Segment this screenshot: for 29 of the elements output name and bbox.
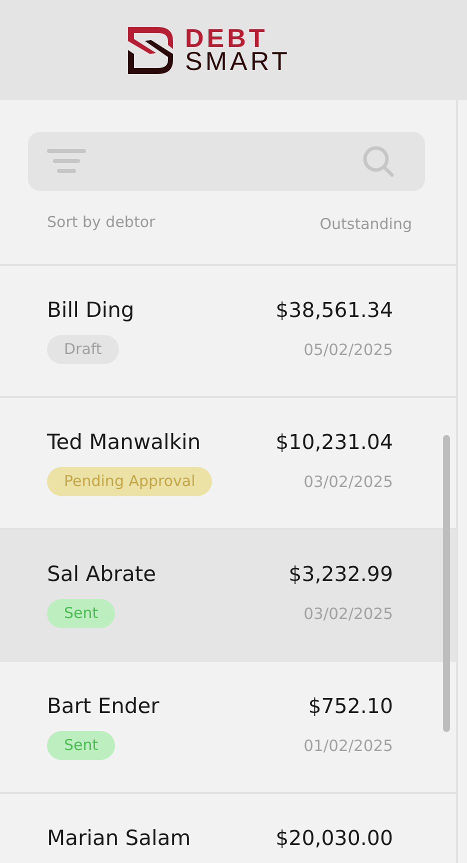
status-badge: Sent — [47, 599, 116, 628]
filter-icon[interactable] — [47, 148, 86, 174]
scrollbar-thumb[interactable] — [443, 435, 450, 732]
outstanding-amount: $38,561.34 — [276, 298, 393, 322]
debtor-row[interactable]: Sal Abrate $3,232.99 Sent 03/02/2025 — [0, 530, 456, 662]
column-label: Outstanding — [320, 215, 412, 233]
debtor-date: 01/02/2025 — [304, 736, 393, 754]
logo-text: SMART — [185, 50, 291, 73]
debtor-name: Sal Abrate — [47, 562, 156, 586]
debtor-row[interactable]: Bill Ding $38,561.34 Draft 05/02/2025 — [0, 266, 456, 398]
debtor-date: 03/02/2025 — [304, 472, 393, 490]
outstanding-amount: $752.10 — [308, 694, 393, 718]
debtor-name: Bill Ding — [47, 298, 134, 322]
debtor-name: Ted Manwalkin — [47, 430, 201, 454]
debtor-name: Bart Ender — [47, 694, 160, 718]
debtor-date: 05/02/2025 — [304, 340, 393, 358]
outstanding-amount: $10,231.04 — [276, 430, 393, 454]
debtor-name: Marian Salam — [47, 826, 191, 850]
status-badge: Pending Approval — [47, 467, 212, 496]
debtor-date: 03/02/2025 — [304, 604, 393, 622]
outstanding-amount: $3,232.99 — [288, 562, 393, 586]
debtor-row[interactable]: Marian Salam $20,030.00 — [0, 794, 456, 863]
status-badge: Draft — [47, 335, 119, 364]
search-bar[interactable] — [28, 132, 425, 191]
status-badge: Sent — [47, 731, 116, 760]
logo-icon — [128, 26, 174, 74]
outstanding-amount: $20,030.00 — [276, 826, 393, 850]
search-icon[interactable] — [363, 146, 394, 177]
logo-text: DEBT — [185, 27, 268, 50]
